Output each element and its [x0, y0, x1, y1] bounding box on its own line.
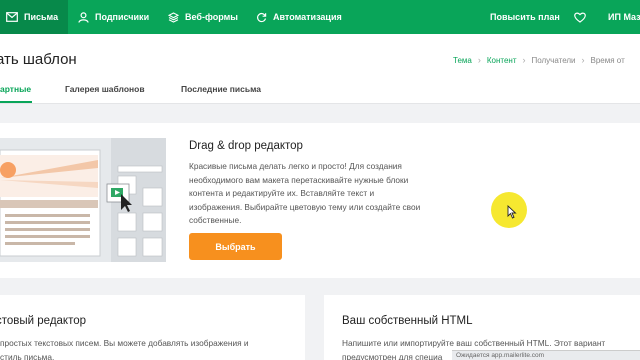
page-title: ать шаблон — [0, 51, 77, 68]
breadcrumb-recipients: Получатели — [531, 55, 576, 65]
chevron-right-icon: › — [477, 55, 481, 65]
text-editor-title: стовый редактор — [0, 315, 87, 327]
nav-forms-label: Веб-формы — [185, 12, 238, 22]
chevron-right-icon: › — [522, 55, 526, 65]
text-editor-description: простых текстовых писем. Вы можете добав… — [0, 337, 249, 360]
tab-standard[interactable]: артные — [0, 84, 31, 94]
text-editor-desc-line: простых текстовых писем. Вы можете добав… — [0, 338, 249, 348]
breadcrumb-schedule: Время от — [590, 55, 625, 65]
choose-button[interactable]: Выбрать — [189, 233, 282, 260]
custom-html-title: Ваш собственный HTML — [342, 315, 473, 327]
text-editor-desc-line: стиль письма. — [0, 351, 55, 360]
nav-mail-label: Письма — [24, 12, 59, 22]
refresh-icon — [257, 12, 267, 22]
layers-icon — [168, 11, 179, 23]
card-description: Красивые письма делать легко и просто! Д… — [189, 161, 421, 225]
editor-illustration — [0, 138, 166, 262]
chevron-right-icon: › — [581, 55, 585, 65]
upgrade-plan-link[interactable]: Повысить план — [490, 0, 560, 34]
mouse-cursor-icon — [507, 205, 517, 219]
breadcrumb: Тема › Контент › Получатели › Время от — [453, 55, 625, 65]
breadcrumb-content[interactable]: Контент — [487, 56, 517, 65]
text-editor-card: стовый редактор простых текстовых писем.… — [0, 295, 305, 360]
breadcrumb-theme[interactable]: Тема — [453, 56, 472, 65]
envelope-icon — [6, 12, 18, 22]
tab-recent-emails[interactable]: Последние письма — [181, 84, 261, 94]
card-title: Drag & drop редактор — [189, 140, 303, 152]
nav-mail[interactable]: Письма — [0, 0, 68, 34]
nav-subscribers-label: Подписчики — [95, 12, 150, 22]
active-tab-indicator — [0, 101, 32, 103]
page-header: ать шаблон Тема › Контент › Получатели ›… — [0, 34, 640, 104]
heart-icon[interactable] — [574, 0, 592, 34]
nav-forms[interactable]: Веб-формы — [168, 0, 238, 34]
nav-automation-label: Автоматизация — [273, 12, 342, 22]
nav-automation[interactable]: Автоматизация — [256, 0, 342, 34]
account-menu[interactable]: ИП Маз — [608, 0, 640, 34]
browser-status-bar: Ожидается app.mailerlite.com — [452, 350, 640, 360]
custom-html-desc-line: Напишите или импортируйте ваш собственны… — [342, 338, 606, 348]
nav-subscribers[interactable]: Подписчики — [78, 0, 149, 34]
user-icon — [78, 11, 89, 23]
tab-template-gallery[interactable]: Галерея шаблонов — [65, 84, 145, 94]
top-navbar: Письма Подписчики Веб-формы Автоматизаци… — [0, 0, 640, 34]
